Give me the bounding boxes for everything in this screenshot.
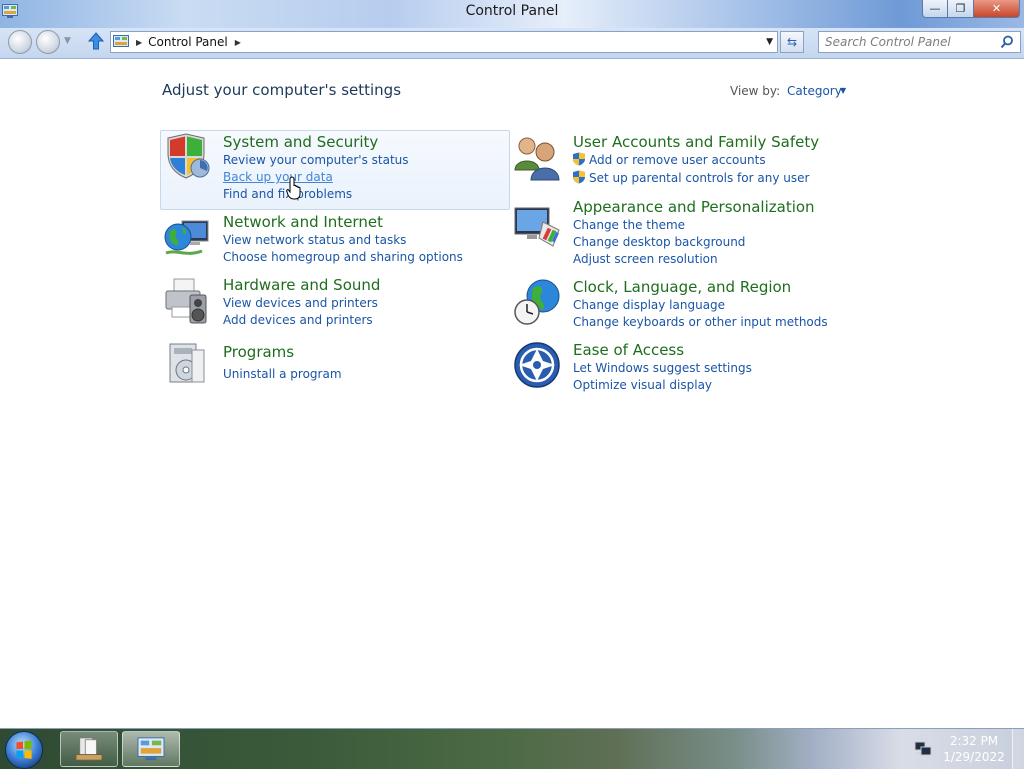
search-icon[interactable] <box>1000 35 1014 49</box>
user-accounts-icon[interactable] <box>513 134 561 182</box>
link-keyboards-input[interactable]: Change keyboards or other input methods <box>573 315 828 329</box>
title-bar[interactable]: Control Panel — ❐ ✕ <box>0 0 1024 28</box>
clock-globe-icon[interactable] <box>513 278 561 326</box>
clock-time[interactable]: 2:32 PM <box>940 734 1008 748</box>
link-optimize-visual-display[interactable]: Optimize visual display <box>573 378 712 392</box>
category-title[interactable]: Ease of Access <box>573 341 684 359</box>
link-add-remove-users[interactable]: Add or remove user accounts <box>589 153 766 167</box>
recent-pages-chevron-down-icon[interactable]: ▼ <box>64 36 71 46</box>
refresh-icon: ⇆ <box>786 35 798 49</box>
address-bar[interactable]: ▶ Control Panel ▶ ▼ <box>110 31 778 53</box>
up-arrow-icon[interactable] <box>86 31 106 51</box>
printer-speaker-icon[interactable] <box>162 277 210 325</box>
clock-date[interactable]: 1/29/2022 <box>940 750 1008 764</box>
close-button[interactable]: ✕ <box>974 0 1020 18</box>
refresh-button[interactable]: ⇆ <box>780 31 804 53</box>
control-panel-icon <box>113 35 129 47</box>
link-homegroup[interactable]: Choose homegroup and sharing options <box>223 250 463 264</box>
link-display-language[interactable]: Change display language <box>573 298 725 312</box>
link-uninstall-program[interactable]: Uninstall a program <box>223 367 342 381</box>
control-panel-icon <box>137 737 165 761</box>
view-by-dropdown[interactable]: Category <box>787 84 842 98</box>
category-title[interactable]: User Accounts and Family Safety <box>573 133 819 151</box>
breadcrumb-chevron-right-icon[interactable]: ▶ <box>235 38 241 47</box>
network-tray-icon[interactable] <box>914 741 932 757</box>
category-title[interactable]: System and Security <box>223 133 378 151</box>
control-panel-content: Adjust your computer's settings View by:… <box>0 59 1024 728</box>
taskbar: 2:32 PM 1/29/2022 <box>0 728 1024 769</box>
page-title: Adjust your computer's settings <box>162 81 402 99</box>
category-title[interactable]: Network and Internet <box>223 213 383 231</box>
ease-of-access-icon[interactable] <box>513 341 561 389</box>
uac-shield-icon <box>573 170 585 184</box>
hand-cursor-icon <box>286 176 301 200</box>
windows-logo-icon <box>16 740 32 759</box>
view-by-label: View by: <box>730 84 781 98</box>
network-globe-icon[interactable] <box>162 215 210 263</box>
address-history-chevron-down-icon[interactable]: ▼ <box>766 37 773 47</box>
link-view-devices[interactable]: View devices and printers <box>223 296 378 310</box>
link-network-status[interactable]: View network status and tasks <box>223 233 406 247</box>
link-change-theme[interactable]: Change the theme <box>573 218 685 232</box>
folder-library-icon <box>75 737 103 761</box>
security-shield-icon[interactable] <box>162 132 210 180</box>
link-parental-controls[interactable]: Set up parental controls for any user <box>589 171 809 185</box>
search-input[interactable] <box>818 31 1021 53</box>
link-screen-resolution[interactable]: Adjust screen resolution <box>573 252 718 266</box>
category-title[interactable]: Appearance and Personalization <box>573 198 815 216</box>
window-title: Control Panel <box>465 3 559 19</box>
breadcrumb-chevron-right-icon[interactable]: ▶ <box>136 38 142 47</box>
category-title[interactable]: Hardware and Sound <box>223 276 380 294</box>
link-review-status[interactable]: Review your computer's status <box>223 153 409 167</box>
taskbar-control-panel-button[interactable] <box>122 731 180 767</box>
breadcrumb-control-panel[interactable]: Control Panel <box>148 35 228 49</box>
forward-button[interactable] <box>36 30 60 54</box>
programs-icon[interactable] <box>162 340 210 388</box>
start-button[interactable] <box>5 731 43 769</box>
back-button[interactable] <box>8 30 32 54</box>
appearance-monitor-icon[interactable] <box>513 202 561 250</box>
chevron-down-icon[interactable]: ▼ <box>840 86 846 95</box>
link-desktop-background[interactable]: Change desktop background <box>573 235 745 249</box>
navigation-bar: ▼ ▶ Control Panel ▶ ▼ ⇆ <box>0 28 1024 59</box>
uac-shield-icon <box>573 152 585 166</box>
category-title[interactable]: Clock, Language, and Region <box>573 278 791 296</box>
link-back-up-data[interactable]: Back up your data <box>223 170 333 184</box>
link-windows-suggest-settings[interactable]: Let Windows suggest settings <box>573 361 752 375</box>
restore-button[interactable]: ❐ <box>948 0 974 18</box>
link-add-devices[interactable]: Add devices and printers <box>223 313 373 327</box>
minimize-button[interactable]: — <box>922 0 948 18</box>
window-controls: — ❐ ✕ <box>922 0 1020 20</box>
show-desktop-button[interactable] <box>1012 729 1024 769</box>
category-title[interactable]: Programs <box>223 343 294 361</box>
taskbar-explorer-button[interactable] <box>60 731 118 767</box>
